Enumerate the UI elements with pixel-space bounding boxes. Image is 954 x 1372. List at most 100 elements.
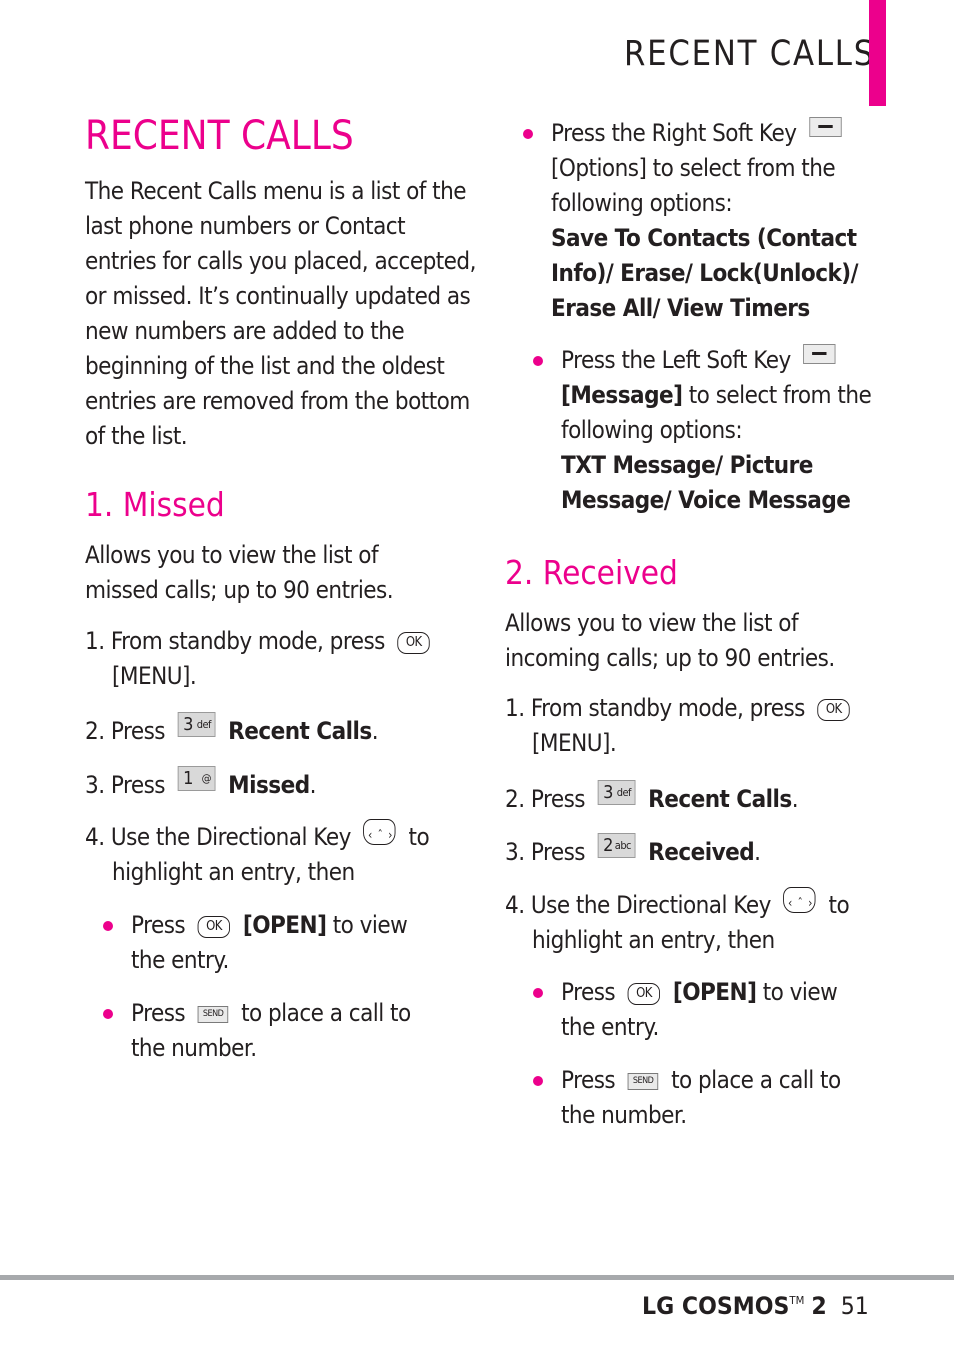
received-bullet-send: Press SEND to place a call to the number… [533,1063,872,1133]
key-number: 3 [603,782,613,803]
footer-divider [0,1275,954,1280]
open-label: [OPEN] [242,911,327,939]
received-bullet-open: Press OK [OPEN] to view the entry. [533,975,868,1045]
step-text: to place a call to [671,1066,841,1094]
key-number: 2 [603,835,613,856]
page-footer: LG COSMOSTM 2 51 [642,1292,869,1320]
step-text: Press the Left Soft Key [561,346,791,374]
intro-line: The Recent Calls menu is a list of the [85,177,467,205]
step-text: 3. Press [85,771,166,799]
missed-bullet-send: Press SEND to place a call to the number… [103,996,442,1066]
menu-missed-label: Missed [228,771,310,799]
step-text: 3. Press [505,838,586,866]
option-list-line: TXT Message/ Picture [561,451,813,479]
section-tab-marker [869,0,886,106]
intro-line: beginning of the list and the oldest [85,352,445,380]
section-heading-missed: 1. Missed [85,485,225,524]
step-text: to select from the [688,381,872,409]
message-label: [Message] [561,381,683,409]
step-text: 1. From standby mode, press [505,694,805,722]
menu-label: MENU [539,729,603,757]
step-text: following options: [561,416,743,444]
received-step-2: 2. Press 3 def Recent Calls. [505,780,799,817]
step-text: following options: [551,189,733,217]
step-text: Press [131,999,186,1027]
step-text: 4. Use the Directional Key [85,823,351,851]
bullet-icon [533,1076,543,1086]
step-text: 2. Press [505,785,586,813]
step-text: Press the Right Soft Key [551,119,797,147]
footer-model: 2 [811,1292,827,1320]
bullet-icon [103,1009,113,1019]
send-key-icon: SEND [197,1006,229,1023]
intro-line: or missed. It’s continually updated as [85,282,471,310]
bullet-icon [533,988,543,998]
key-number: 1 [183,768,193,789]
step-text: Press [561,1066,616,1094]
bullet-icon [533,356,543,366]
trademark-mark: TM [789,1294,805,1307]
missed-description: Allows you to view the list of missed ca… [85,538,427,608]
footer-brand: LG COSMOS [642,1292,790,1320]
missed-step-4: 4. Use the Directional Key to highlight … [85,818,467,890]
step-text: the number. [561,1101,687,1129]
received-step-3: 3. Press 2 abc Received. [505,833,761,870]
step-text: to view [332,911,408,939]
missed-bullet-open: Press OK [OPEN] to view the entry. [103,908,438,978]
open-label: [OPEN] [672,978,757,1006]
intro-line: new numbers are added to the [85,317,405,345]
intro-line: of the list. [85,422,188,450]
option-list-line: Save To Contacts (Contact [551,224,857,252]
directional-key-icon [783,886,816,921]
step-text: highlight an entry, then [532,926,775,954]
step-text: ]. [601,729,617,757]
step-text: 1. From standby mode, press [85,627,385,655]
missed-step-2: 2. Press 3 def Recent Calls. [85,712,379,749]
bullet-icon [523,129,533,139]
step-text: . [371,717,379,745]
key-1-voicemail-icon: 1 @ [177,766,216,791]
left-soft-key-icon [803,344,836,364]
bullet-icon [103,921,113,931]
menu-recent-calls-label: Recent Calls [228,717,372,745]
step-text: the number. [131,1034,257,1062]
step-text: . [754,838,761,866]
intro-line: entries for calls you placed, accepted, [85,247,476,275]
desc-line: Allows you to view the list of [85,541,379,569]
step-text: . [309,771,317,799]
step-text: Press [131,911,186,939]
received-step-1: 1. From standby mode, press OK [MENU]. [505,691,888,761]
menu-received-label: Received [648,838,755,866]
step-text: ]. [181,662,197,690]
received-description: Allows you to view the list of incoming … [505,606,871,676]
option-list-line: Message/ Voice Message [561,486,851,514]
section-heading-received: 2. Received [505,553,678,592]
key-letters: def [616,786,632,799]
key-2-abc-icon: 2 abc [597,833,636,858]
menu-recent-calls-label: Recent Calls [648,785,792,813]
left-soft-key-bullet: Press the Left Soft Key [Message] to sel… [533,343,906,518]
page-title: RECENT CALLS [85,113,354,159]
key-letters: @ [201,772,212,785]
key-3-def-icon: 3 def [177,712,216,737]
step-text: Press [561,978,616,1006]
step-text: to view [762,978,838,1006]
running-header-title: RECENT CALLS [624,34,876,74]
step-text: to [828,891,850,919]
desc-line: missed calls; up to 90 entries. [85,576,394,604]
ok-key-icon: OK [817,699,850,721]
right-soft-key-icon [809,117,842,137]
key-letters: def [196,718,212,731]
intro-paragraph: The Recent Calls menu is a list of the l… [85,174,519,454]
ok-key-icon: OK [397,632,430,654]
key-number: 3 [183,714,193,735]
missed-step-1: 1. From standby mode, press OK [MENU]. [85,624,468,694]
intro-line: entries are removed from the bottom [85,387,470,415]
ok-key-icon: OK [627,983,661,1005]
step-text: highlight an entry, then [112,858,355,886]
page-number: 51 [840,1292,869,1320]
step-text: [ [532,729,540,757]
options-label: Options [558,154,639,182]
step-text: 2. Press [85,717,166,745]
intro-line: last phone numbers or Contact [85,212,406,240]
